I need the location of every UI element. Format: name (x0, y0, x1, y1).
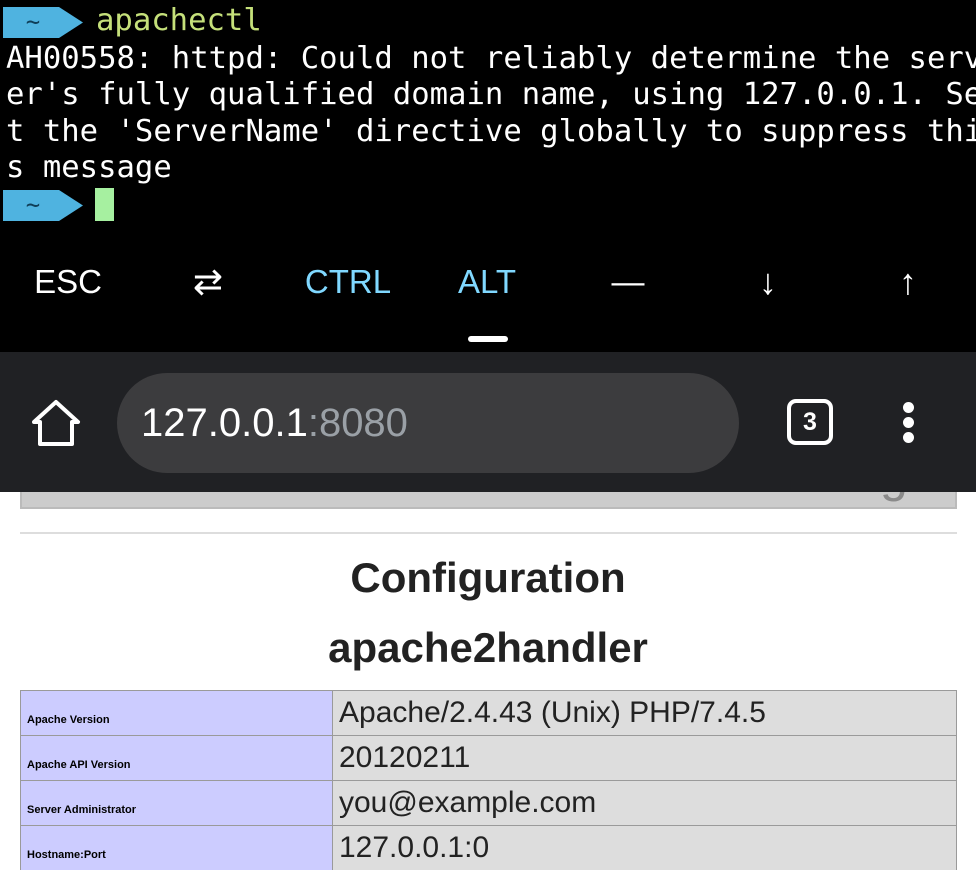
arrow-down-icon[interactable]: ↓ (738, 260, 798, 304)
home-icon[interactable] (30, 398, 82, 448)
ctrl-key[interactable]: CTRL (296, 260, 400, 304)
table-row: Server Administrator you@example.com (20, 780, 957, 826)
drag-handle[interactable] (468, 336, 508, 342)
url-port: :8080 (307, 401, 408, 445)
tab-switcher-icon[interactable]: 3 (787, 399, 833, 445)
config-key: Hostname:Port (20, 825, 333, 870)
address-bar[interactable]: 127.0.0.1:8080 (117, 373, 739, 473)
url-host: 127.0.0.1 (141, 401, 308, 445)
prompt-badge: ~ (3, 7, 83, 38)
extra-keys-bar: ESC ⇄ CTRL ALT — ↓ ↑ (0, 240, 976, 352)
output-line: er's fully qualified domain name, using … (6, 77, 976, 112)
config-key: Apache API Version (20, 735, 333, 781)
dash-key[interactable]: — (598, 260, 658, 304)
command-text: apachectl (96, 3, 262, 38)
more-vert-icon[interactable] (898, 400, 920, 446)
config-key: Apache Version (20, 690, 333, 736)
browser-toolbar: 127.0.0.1:8080 3 (0, 352, 976, 492)
arrow-up-icon[interactable]: ↑ (878, 260, 938, 304)
config-table: Apache Version Apache/2.4.43 (Unix) PHP/… (20, 690, 957, 870)
prompt-tilde: ~ (25, 8, 41, 36)
table-row: Hostname:Port 127.0.0.1:0 (20, 825, 957, 870)
divider (20, 532, 957, 534)
alt-key[interactable]: ALT (448, 260, 526, 304)
prompt-badge: ~ (3, 190, 83, 221)
config-key: Server Administrator (20, 780, 333, 826)
terminal-cursor (95, 188, 114, 221)
output-line: AH00558: httpd: Could not reliably deter… (6, 41, 976, 76)
terminal-output[interactable]: ~ apachectl AH00558: httpd: Could not re… (0, 0, 976, 240)
config-value: 127.0.0.1:0 (332, 825, 957, 870)
table-row: Apache API Version 20120211 (20, 735, 957, 781)
url-text[interactable]: 127.0.0.1:8080 (141, 373, 408, 473)
esc-key[interactable]: ESC (22, 260, 114, 304)
web-page[interactable]: zend engine Configuration apache2handler… (0, 492, 976, 870)
config-value: you@example.com (332, 780, 957, 826)
module-heading: apache2handler (328, 624, 648, 671)
prompt-tilde: ~ (25, 191, 41, 219)
config-value: 20120211 (332, 735, 957, 781)
zend-logo: zend engine (702, 492, 955, 504)
output-line: t the 'ServerName' directive globally to… (6, 114, 976, 149)
table-row: Apache Version Apache/2.4.43 (Unix) PHP/… (20, 690, 957, 736)
output-line: s message (6, 150, 172, 185)
swap-arrows-icon[interactable]: ⇄ (172, 260, 244, 304)
section-heading: Configuration (350, 554, 626, 601)
zend-logo-banner: zend engine (20, 492, 957, 509)
config-value: Apache/2.4.43 (Unix) PHP/7.4.5 (332, 690, 957, 736)
